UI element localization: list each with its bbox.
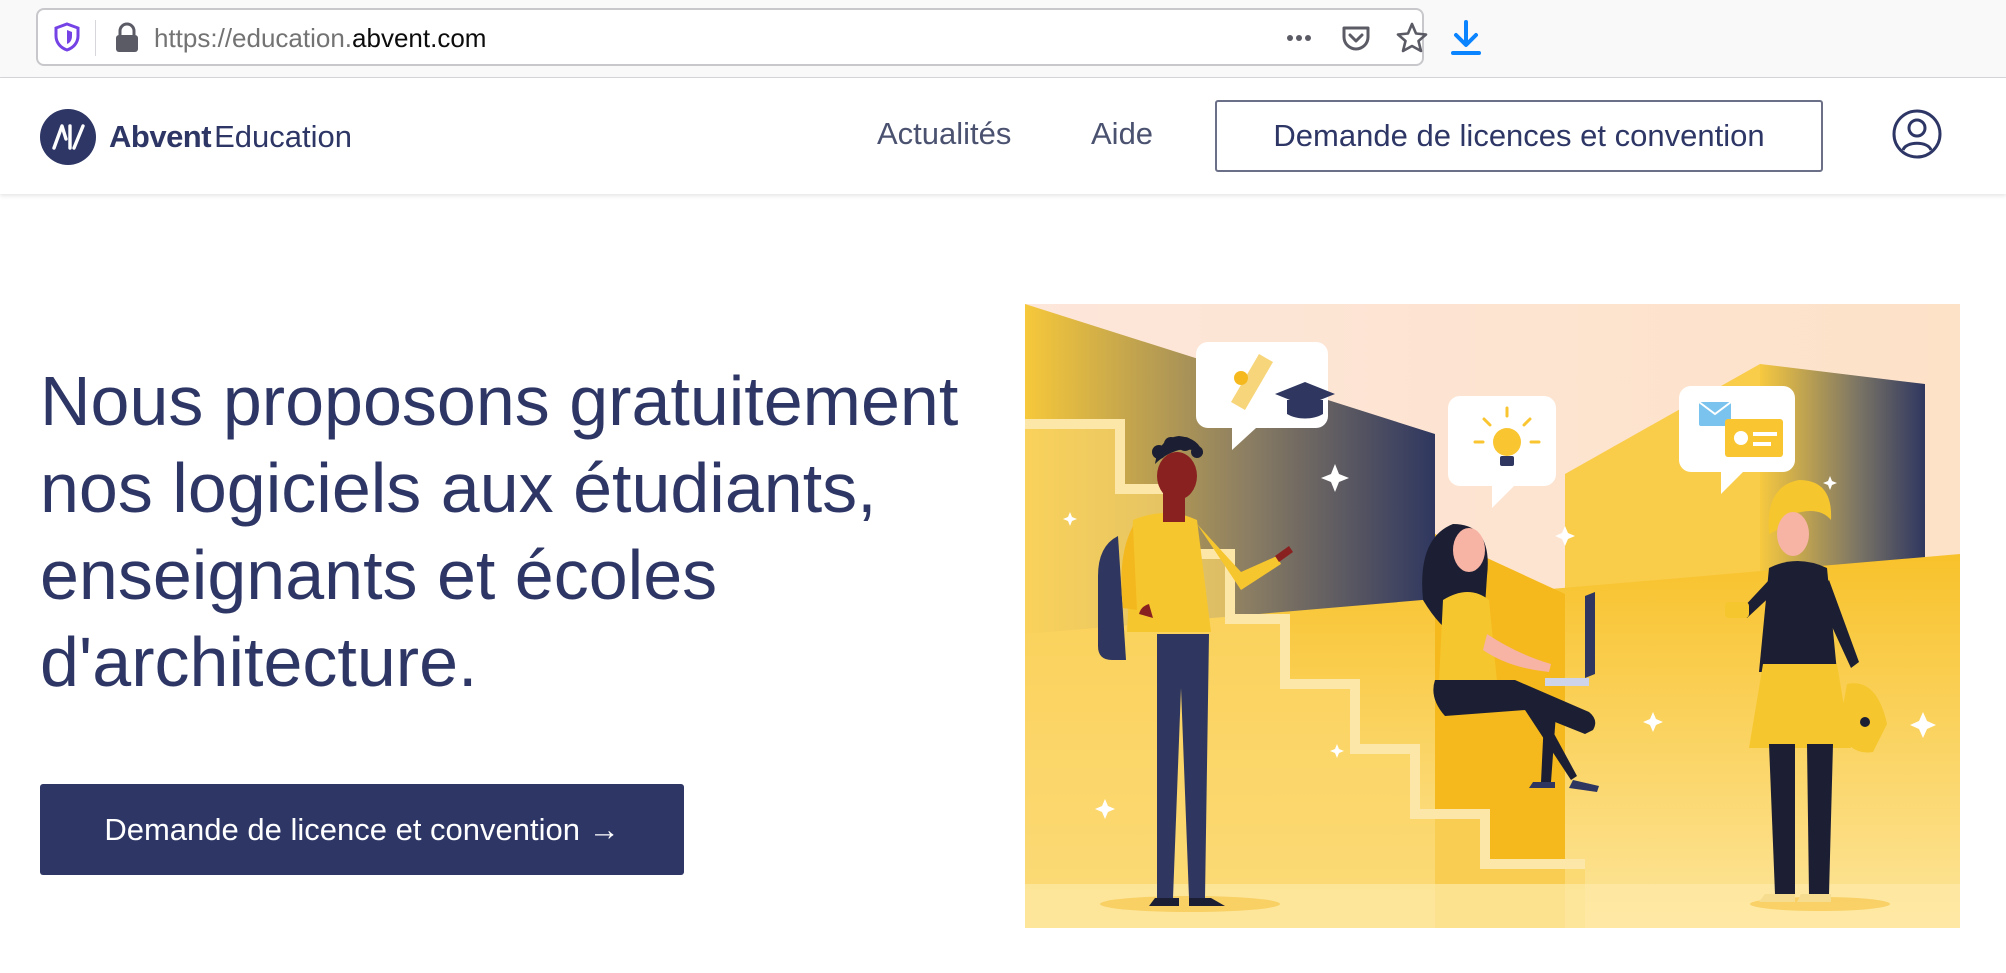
lock-icon[interactable]: [112, 22, 142, 54]
bookmark-star-icon[interactable]: [1395, 21, 1429, 55]
pocket-icon[interactable]: [1339, 21, 1373, 55]
logo-text-light: Education: [214, 119, 352, 154]
url-bar[interactable]: https://education.abvent.com: [36, 8, 1428, 66]
hero-illustration: [1025, 304, 1960, 928]
shield-icon[interactable]: [52, 22, 82, 52]
hero-title: Nous proposons gratuitement nos logiciel…: [40, 362, 959, 701]
nav-link-actualites[interactable]: Actualités: [877, 116, 1011, 152]
license-request-button[interactable]: Demande de licence et convention →: [40, 784, 684, 875]
download-icon[interactable]: [1448, 18, 1484, 58]
more-icon[interactable]: [1282, 21, 1316, 55]
nav-link-aide[interactable]: Aide: [1091, 116, 1153, 152]
url-divider: [95, 20, 96, 56]
logo-text: AbventEducation: [109, 119, 352, 155]
license-request-header-button[interactable]: Demande de licences et convention: [1215, 100, 1823, 172]
url-prefix: https://education.: [154, 23, 353, 53]
logo[interactable]: AbventEducation: [40, 108, 352, 166]
url-domain: abvent.com: [352, 23, 487, 53]
account-icon[interactable]: [1891, 108, 1943, 160]
url-text[interactable]: https://education.abvent.com: [154, 23, 486, 54]
browser-toolbar: https://education.abvent.com: [0, 0, 2006, 78]
logo-text-bold: Abvent: [109, 119, 212, 154]
site-header: AbventEducation Actualités Aide Demande …: [0, 78, 2006, 194]
logo-mark-icon: [40, 109, 96, 165]
